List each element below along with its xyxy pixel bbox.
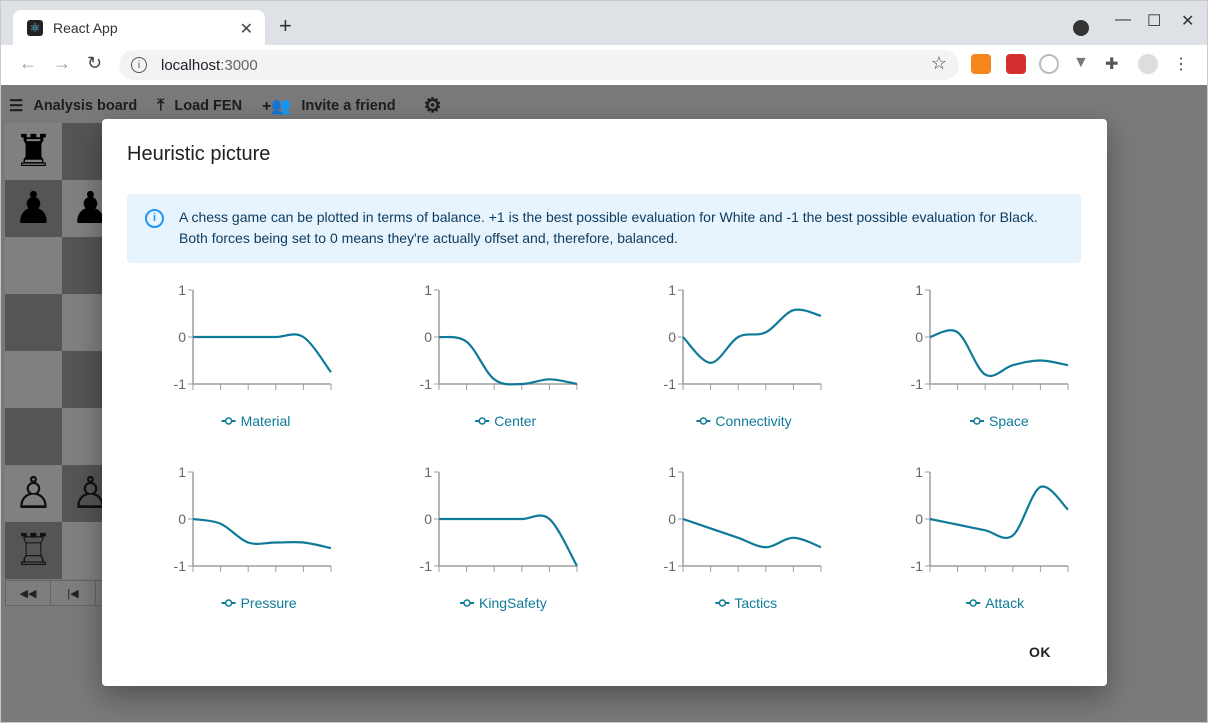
y-tick-label: 1	[424, 282, 432, 298]
y-tick-label: -1	[420, 376, 433, 392]
y-tick-label: -1	[174, 376, 187, 392]
y-tick-label: 1	[424, 464, 432, 480]
reload-button[interactable]: ↻	[87, 53, 102, 74]
board-square[interactable]: ♜	[5, 123, 62, 180]
bookmark-star-icon[interactable]: ☆	[931, 53, 947, 74]
info-icon: i	[131, 57, 147, 73]
board-square[interactable]: ♖	[5, 522, 62, 579]
legend-label: KingSafety	[479, 595, 547, 611]
series-line	[438, 335, 578, 386]
chess-piece[interactable]: ♖	[14, 528, 53, 573]
y-tick-label: 0	[668, 511, 676, 527]
menu-kebab-icon[interactable]: ⋮	[1173, 54, 1193, 74]
y-tick-label: 1	[915, 282, 923, 298]
y-tick-label: 1	[668, 464, 676, 480]
maximize-button[interactable]: ☐	[1147, 11, 1161, 31]
load-fen-button[interactable]: Load FEN	[174, 98, 242, 114]
board-square[interactable]: ♟	[5, 180, 62, 237]
legend-label: Material	[241, 413, 291, 429]
avatar[interactable]	[1138, 54, 1158, 74]
tab-bar: ⚛ React App ✕ + — ☐ ✕	[0, 0, 1208, 46]
board-square[interactable]	[5, 294, 62, 351]
y-tick-label: -1	[174, 558, 187, 574]
legend-marker-icon	[224, 599, 233, 607]
y-tick-label: 0	[668, 329, 676, 345]
extension-icon[interactable]	[1006, 54, 1026, 74]
url-host: localhost	[161, 56, 221, 74]
series-line	[439, 514, 578, 567]
extension-icon[interactable]	[1039, 54, 1059, 74]
close-tab-icon[interactable]: ✕	[240, 19, 253, 39]
heuristic-charts: 1 0 -1 Material 1 0 -1 Center 1 0 -1 Connectivity 1 0…	[174, 282, 1069, 611]
board-square[interactable]	[5, 408, 62, 465]
y-tick-label: -1	[911, 558, 924, 574]
series-line	[192, 517, 332, 550]
series-line	[682, 517, 822, 549]
legend-label: Connectivity	[715, 413, 791, 429]
y-tick-label: -1	[664, 558, 677, 574]
series-line	[682, 308, 822, 364]
series-line	[193, 333, 332, 373]
legend-label: Space	[989, 413, 1029, 429]
board-square[interactable]	[5, 351, 62, 408]
y-tick-label: -1	[911, 376, 924, 392]
tune-icon: ☰	[9, 97, 24, 115]
legend-marker-icon	[224, 417, 233, 425]
profile-menu-icon[interactable]	[1073, 20, 1089, 36]
first-move-button[interactable]: ◀◀	[6, 581, 51, 605]
legend-marker-icon	[463, 599, 471, 607]
y-tick-label: 1	[178, 464, 186, 480]
legend-label: Attack	[985, 595, 1025, 611]
y-tick-label: 0	[178, 329, 186, 345]
vue-extension-icon[interactable]: ▼	[1073, 54, 1093, 74]
y-tick-label: -1	[420, 558, 433, 574]
puzzle-extensions-icon[interactable]: ✚	[1105, 54, 1125, 74]
legend-label: Pressure	[241, 595, 297, 611]
move-controls: ◀◀ |◀	[5, 580, 115, 606]
metamask-extension-icon[interactable]	[971, 54, 991, 74]
prev-move-button[interactable]: |◀	[51, 581, 96, 605]
url-input[interactable]: i localhost:3000 ☆	[119, 50, 959, 80]
legend-marker-icon	[718, 599, 727, 607]
legend-marker-icon	[478, 417, 486, 425]
minimize-button[interactable]: —	[1115, 11, 1131, 29]
analysis-board-button[interactable]: Analysis board	[33, 98, 137, 114]
y-tick-label: -1	[664, 376, 677, 392]
react-icon: ⚛	[27, 20, 43, 36]
y-tick-label: 1	[915, 464, 923, 480]
close-window-button[interactable]: ✕	[1181, 11, 1194, 31]
series-line	[929, 329, 1069, 377]
y-tick-label: 1	[668, 282, 676, 298]
y-tick-label: 0	[424, 329, 432, 345]
group-add-icon: +👥	[262, 97, 292, 115]
board-square[interactable]: ♙	[5, 465, 62, 522]
tab-title: React App	[53, 20, 118, 36]
legend-marker-icon	[973, 417, 981, 425]
new-tab-button[interactable]: +	[279, 13, 292, 39]
gear-icon[interactable]: ⚙	[424, 93, 442, 118]
y-tick-label: 0	[915, 329, 923, 345]
address-bar-row: ← → ↻ i localhost:3000 ☆ ▼ ✚ ⋮	[0, 45, 1208, 85]
browser-tab[interactable]: ⚛ React App ✕	[13, 10, 265, 46]
forward-button[interactable]: →	[53, 53, 71, 74]
chess-piece[interactable]: ♙	[14, 471, 53, 516]
board-square[interactable]	[5, 237, 62, 294]
upload-icon: ⤒	[157, 96, 165, 114]
y-tick-label: 0	[915, 511, 923, 527]
chess-piece[interactable]: ♟	[14, 186, 53, 231]
y-tick-label: 0	[424, 511, 432, 527]
y-tick-label: 1	[178, 282, 186, 298]
legend-label: Center	[494, 413, 536, 429]
chess-piece[interactable]: ♜	[14, 129, 53, 174]
legend-label: Tactics	[734, 595, 777, 611]
series-line	[929, 485, 1069, 540]
back-button[interactable]: ←	[19, 53, 37, 74]
ok-button[interactable]: OK	[1029, 644, 1051, 660]
y-tick-label: 0	[178, 511, 186, 527]
invite-friend-button[interactable]: Invite a friend	[301, 98, 395, 114]
url-port: :3000	[220, 56, 258, 74]
legend-marker-icon	[699, 417, 708, 425]
legend-marker-icon	[969, 599, 977, 607]
heuristic-dialog: Heuristic picture i A chess game can be …	[102, 119, 1107, 686]
